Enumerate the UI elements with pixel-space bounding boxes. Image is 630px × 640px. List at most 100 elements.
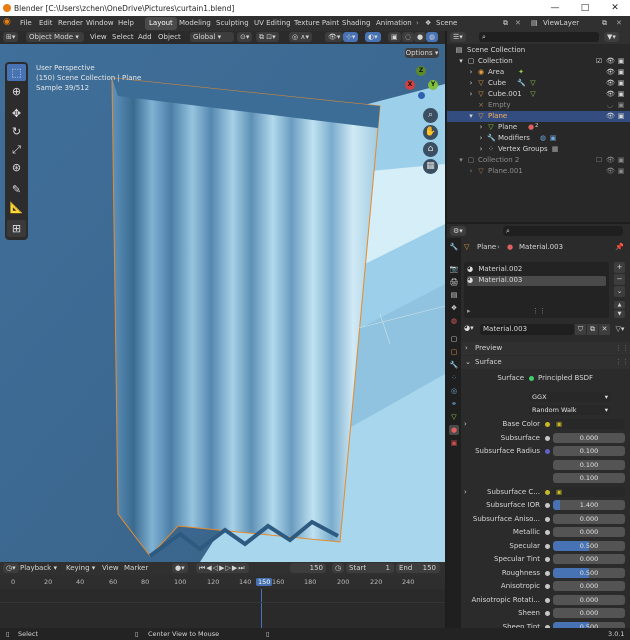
visibility-icon[interactable]: 👁▾ [325, 32, 344, 42]
expand-socket-icon[interactable]: › [464, 420, 467, 428]
start-frame-field[interactable]: Start 1 [346, 563, 394, 573]
visibility-eye-icon[interactable]: 👁 [606, 57, 615, 65]
material-specials-button[interactable]: ⌄ [614, 286, 625, 297]
outliner-row-collection[interactable]: ▾ ▢ Collection ☑ 👁 ▣ [447, 56, 630, 67]
expand-arrow-icon[interactable]: ▾ [457, 57, 465, 65]
unlink-material-icon[interactable]: ✕ [599, 324, 610, 335]
render-camera-icon[interactable]: ▣ [617, 167, 625, 175]
expand-arrow-icon[interactable]: › [467, 79, 475, 87]
viewport-3d[interactable]: User Perspective (150) Scene Collection … [0, 44, 445, 562]
expand-arrow-icon[interactable]: › [467, 68, 475, 76]
expand-arrow-icon[interactable]: › [477, 123, 485, 131]
modifier-tab-icon[interactable]: 🔧 [449, 360, 459, 370]
gizmo-z-axis[interactable]: Z [416, 66, 426, 76]
timeline-view-menu[interactable]: View [102, 564, 119, 572]
visibility-eye-icon[interactable]: 👁 [606, 90, 615, 98]
pan-hand-icon[interactable]: ✋ [423, 125, 438, 140]
value-slider[interactable]: 0.100 [553, 460, 625, 470]
value-slider[interactable]: 1.400 [553, 500, 625, 510]
marker-menu[interactable]: Marker [124, 564, 148, 572]
input-socket-icon[interactable] [545, 611, 550, 616]
input-socket-icon[interactable] [545, 517, 550, 522]
move-slot-down-button[interactable]: ▼ [614, 310, 625, 318]
mode-select[interactable]: Object Mode ▾ [26, 32, 84, 42]
value-slider[interactable]: 0.000 [553, 433, 625, 443]
expand-arrow-icon[interactable]: ▾ [457, 156, 465, 164]
timeline-ruler[interactable]: 0 20 40 60 80 100 120 140 150 160 180 200 220 240 [0, 575, 445, 589]
scene-name[interactable]: Scene [436, 19, 457, 27]
link-type-icon[interactable]: ▽▾ [613, 324, 627, 335]
duplicate-material-icon[interactable]: ⧉ [587, 324, 598, 335]
xray-toggle-icon[interactable]: ▣ [388, 32, 401, 42]
menu-view[interactable]: View [90, 33, 107, 41]
input-socket-icon[interactable] [545, 503, 550, 508]
visibility-eye-icon[interactable]: 👁 [606, 156, 615, 164]
workspace-scroll-icon[interactable]: › [416, 19, 419, 27]
view-layer-copy-icon[interactable]: ⧉ [602, 19, 607, 28]
render-camera-icon[interactable]: ▣ [617, 112, 625, 120]
visibility-eye-icon[interactable]: 👁 [606, 167, 615, 175]
list-expand-icon[interactable]: ▸ [467, 307, 471, 315]
outliner-row-collection-2[interactable]: ▾ ▢ Collection 2 ☐ 👁 ▣ [447, 155, 630, 166]
tab-modeling[interactable]: Modeling [175, 17, 215, 30]
move-slot-up-button[interactable]: ▲ [614, 301, 625, 309]
input-socket-icon[interactable] [545, 449, 550, 454]
render-camera-icon[interactable]: ▣ [617, 79, 625, 87]
scale-tool-icon[interactable]: ⤢ [7, 141, 26, 158]
outliner-row-plane[interactable]: ▾ ▽ Plane 👁 ▣ [447, 111, 630, 122]
view-layer-tab-icon[interactable]: ▤ [449, 290, 459, 300]
material-slot-list[interactable]: ◕ Material.002 ◕ Material.003 ▸ ⋮⋮ [464, 262, 609, 318]
outliner-row-cube-001[interactable]: › ▽ Cube.001 ▽ 👁 ▣ [447, 89, 630, 100]
surface-panel-header[interactable]: ⌄ Surface ⋮⋮ [461, 356, 630, 369]
value-slider[interactable]: 0.000 [553, 595, 625, 605]
visibility-eye-icon[interactable]: 👁 [606, 68, 615, 76]
tab-animation[interactable]: Animation [372, 17, 416, 30]
blender-menu-icon[interactable]: ◉ [3, 17, 11, 27]
constraints-tab-icon[interactable]: ⚭ [449, 399, 459, 409]
outliner-row-plane-001[interactable]: › ▽ Plane.001 👁 ▣ [447, 166, 630, 177]
transform-tool-icon[interactable]: ⊛ [7, 159, 26, 176]
distribution-dropdown[interactable]: GGX ▾ [529, 392, 611, 402]
input-socket-icon[interactable] [545, 436, 550, 441]
overlay-toggle-icon[interactable]: ◐▾ [365, 32, 381, 42]
value-slider[interactable]: 0.100 [553, 473, 625, 483]
material-browse-icon[interactable]: ◕▾ [464, 324, 474, 332]
material-tab-icon[interactable]: ● [449, 425, 459, 435]
tab-shading[interactable]: Shading [338, 17, 374, 30]
navigation-gizmo[interactable]: Z X Y [400, 64, 442, 114]
annotate-tool-icon[interactable]: ✎ [7, 181, 26, 198]
input-socket-icon[interactable] [545, 598, 550, 603]
outliner-row-plane-mesh[interactable]: › ▽ Plane ● 2 [447, 122, 630, 133]
scene-tab-icon[interactable]: ❖ [449, 303, 459, 313]
input-socket-icon[interactable] [545, 544, 550, 549]
zoom-icon[interactable]: ⌕ [423, 108, 438, 123]
texture-link-field[interactable]: ▣ FabricUphol...MP16_2K.tif [553, 487, 625, 497]
value-slider[interactable]: 0.500 [553, 541, 625, 551]
pivot-icon[interactable]: ⊙▾ [237, 32, 253, 42]
menu-add[interactable]: Add [138, 33, 152, 41]
gizmo-y-axis[interactable]: Y [428, 80, 438, 90]
outliner-editor-type-icon[interactable]: ☰▾ [450, 32, 466, 42]
select-box-tool-icon[interactable]: ⬚ [7, 64, 26, 81]
outliner-row-cube[interactable]: › ▽ Cube 🔧 ▽ 👁 ▣ [447, 78, 630, 89]
collection-tab-icon[interactable]: ▢ [449, 334, 459, 344]
tab-uv-editing[interactable]: UV Editing [250, 17, 295, 30]
outliner-row-modifiers[interactable]: › 🔧 Modifiers ◍ ▣ [447, 133, 630, 144]
scene-close-icon[interactable]: ✕ [515, 19, 521, 27]
current-frame-field[interactable]: 150 [290, 563, 326, 573]
tab-sculpting[interactable]: Sculpting [212, 17, 253, 30]
input-socket-icon[interactable] [545, 422, 550, 427]
surface-shader-value[interactable]: Principled BSDF [538, 374, 593, 382]
output-tab-icon[interactable]: 🖨 [449, 277, 459, 287]
shading-solid-icon[interactable]: ● [414, 32, 427, 42]
options-button[interactable]: Options ▾ [405, 48, 439, 58]
orientation-select[interactable]: Global ▾ [190, 32, 234, 42]
playback-menu[interactable]: Playback ▾ [20, 564, 57, 572]
menu-object[interactable]: Object [158, 33, 181, 41]
gizmo-neg-z-axis[interactable] [418, 92, 425, 99]
scene-copy-icon[interactable]: ⧉ [503, 19, 508, 28]
render-camera-icon[interactable]: ▣ [617, 68, 625, 76]
value-slider[interactable]: 0.000 [553, 608, 625, 618]
pin-icon[interactable]: 📌 [615, 243, 624, 251]
tab-texture-paint[interactable]: Texture Paint [290, 17, 343, 30]
